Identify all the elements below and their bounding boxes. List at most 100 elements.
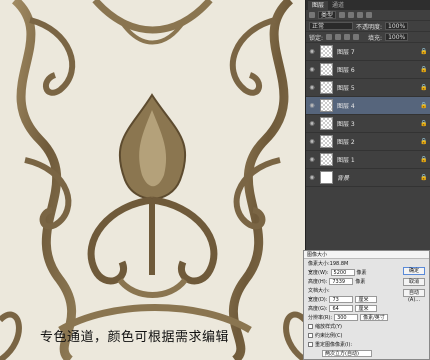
resolution-label: 分辨率(R):	[308, 315, 333, 321]
blend-mode-select[interactable]: 正常	[309, 22, 353, 30]
layer-thumbnail	[320, 117, 333, 130]
height-input[interactable]: 7339	[329, 278, 354, 285]
layers-panel: 图层 通道 类型 正常 不透明度: 100% 锁定: 填充: 100% ◉ 图层 …	[305, 0, 430, 250]
width-label: 宽度(W):	[308, 270, 329, 276]
eye-icon[interactable]: ◉	[308, 174, 316, 181]
layer-name: 图层 3	[337, 121, 355, 128]
pixel-size-label: 像素大小:198.8M	[308, 261, 349, 267]
auto-button[interactable]: 自动(A)...	[403, 289, 425, 303]
adjustment-filter-icon[interactable]	[348, 12, 355, 18]
layer-row[interactable]: ◉ 图层 1 🔒	[306, 151, 430, 169]
layer-thumbnail	[320, 45, 333, 58]
layer-row[interactable]: ◉ 图层 5 🔒	[306, 79, 430, 97]
dialog-title: 图像大小	[304, 251, 429, 259]
layer-row[interactable]: ◉ 背景 🔒	[306, 169, 430, 187]
lock-icon: 🔒	[420, 138, 428, 145]
doc-width-input[interactable]: 73	[329, 296, 354, 303]
lock-all-icon[interactable]	[353, 34, 360, 40]
constrain-checkbox[interactable]	[308, 333, 313, 338]
layer-thumbnail	[320, 135, 333, 148]
layer-row[interactable]: ◉ 图层 7 🔒	[306, 43, 430, 61]
lock-icon: 🔒	[420, 156, 428, 163]
document-canvas[interactable]: 专色通道，颜色可根据需求编辑	[0, 0, 305, 360]
image-size-dialog: 图像大小 像素大小:198.8M 宽度(W): 5200 像素 高度(H): 7339…	[303, 250, 430, 360]
caption-text: 专色通道，颜色可根据需求编辑	[40, 330, 230, 345]
height-label: 高度(H):	[308, 279, 328, 285]
layer-row[interactable]: ◉ 图层 6 🔒	[306, 61, 430, 79]
lock-row: 锁定: 填充: 100%	[306, 32, 430, 43]
damask-pattern-image	[0, 0, 305, 360]
layer-name: 图层 4	[337, 103, 355, 110]
layer-list: ◉ 图层 7 🔒 ◉ 图层 6 🔒 ◉ 图层 5 🔒 ◉ 图层 4 🔒 ◉ 图层 3 🔒 ◉ 图层 2…	[306, 43, 430, 187]
layer-name: 图层 5	[337, 85, 355, 92]
layer-thumbnail	[320, 99, 333, 112]
resample-checkbox[interactable]	[308, 342, 313, 347]
scale-styles-checkbox[interactable]	[308, 324, 313, 329]
image-filter-icon[interactable]	[339, 12, 346, 18]
fill-input[interactable]: 100%	[385, 33, 409, 41]
lock-icon: 🔒	[420, 102, 428, 109]
eye-icon[interactable]: ◉	[308, 120, 316, 127]
type-filter-icon[interactable]	[357, 12, 364, 18]
scale-styles-row: 缩放样式(Y)	[304, 322, 429, 331]
shape-filter-icon[interactable]	[366, 12, 373, 18]
resample-method-row: 两次立方(自动)	[304, 349, 429, 358]
eye-icon[interactable]: ◉	[308, 102, 316, 109]
lock-icon: 🔒	[420, 120, 428, 127]
layer-thumbnail	[320, 153, 333, 166]
eye-icon[interactable]: ◉	[308, 138, 316, 145]
layer-thumbnail	[320, 81, 333, 94]
opacity-label: 不透明度:	[356, 23, 383, 31]
doc-height-row: 高度(G): 64 厘米	[304, 304, 429, 313]
eye-icon[interactable]: ◉	[308, 84, 316, 91]
layer-thumbnail	[320, 63, 333, 76]
lock-position-icon[interactable]	[344, 34, 351, 40]
layer-thumbnail	[320, 171, 333, 184]
height-unit: 像素	[355, 279, 366, 285]
lock-icon: 🔒	[420, 48, 428, 55]
cancel-button[interactable]: 取消	[403, 278, 425, 286]
lock-transparent-icon[interactable]	[326, 34, 333, 40]
layer-name: 背景	[337, 175, 350, 182]
opacity-input[interactable]: 100%	[385, 22, 409, 30]
resolution-input[interactable]: 300	[334, 314, 359, 321]
doc-width-unit-select[interactable]: 厘米	[355, 296, 378, 303]
lock-pixels-icon[interactable]	[335, 34, 342, 40]
doc-height-unit-select[interactable]: 厘米	[355, 305, 378, 312]
lock-label: 锁定:	[309, 34, 324, 42]
doc-height-label: 高度(G):	[308, 306, 328, 312]
resample-method-select[interactable]: 两次立方(自动)	[322, 350, 372, 357]
resample-label: 重定图像像素(I):	[315, 342, 353, 348]
width-unit: 像素	[356, 270, 367, 276]
tab-layers[interactable]: 图层	[308, 1, 329, 10]
resample-row: 重定图像像素(I):	[304, 340, 429, 349]
fill-label: 填充:	[368, 34, 383, 42]
layer-filter-row: 类型	[306, 10, 430, 21]
eye-icon[interactable]: ◉	[308, 48, 316, 55]
layer-name: 图层 7	[337, 49, 355, 56]
eye-icon[interactable]: ◉	[308, 66, 316, 73]
layer-row[interactable]: ◉ 图层 3 🔒	[306, 115, 430, 133]
lock-icon: 🔒	[420, 174, 428, 181]
layer-name: 图层 2	[337, 139, 355, 146]
resolution-unit-select[interactable]: 像素/英寸	[360, 314, 389, 321]
search-icon	[309, 12, 315, 18]
panel-tabs: 图层 通道	[306, 0, 430, 10]
constrain-row: 约束比例(C)	[304, 331, 429, 340]
resolution-row: 分辨率(R): 300 像素/英寸	[304, 313, 429, 322]
ok-button[interactable]: 确定	[403, 267, 425, 275]
doc-size-label: 文档大小:	[308, 288, 330, 294]
layer-name: 图层 1	[337, 157, 355, 164]
lock-icon: 🔒	[420, 66, 428, 73]
scale-styles-label: 缩放样式(Y)	[315, 324, 342, 330]
layer-row[interactable]: ◉ 图层 2 🔒	[306, 133, 430, 151]
doc-height-input[interactable]: 64	[329, 305, 354, 312]
filter-kind-select[interactable]: 类型	[318, 11, 337, 19]
layer-row[interactable]: ◉ 图层 4 🔒	[306, 97, 430, 115]
width-input[interactable]: 5200	[330, 269, 355, 276]
layer-name: 图层 6	[337, 67, 355, 74]
lock-icon: 🔒	[420, 84, 428, 91]
tab-channels[interactable]: 通道	[328, 1, 348, 10]
eye-icon[interactable]: ◉	[308, 156, 316, 163]
doc-width-label: 宽度(D):	[308, 297, 328, 303]
